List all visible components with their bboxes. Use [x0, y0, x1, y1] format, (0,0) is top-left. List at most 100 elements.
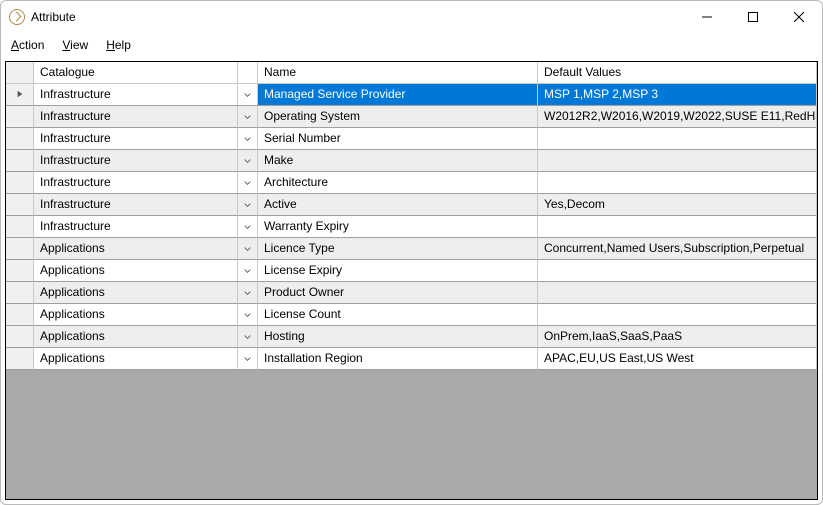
chevron-down-icon [244, 351, 251, 366]
table-row[interactable]: Applications Licence TypeConcurrent,Named… [6, 238, 817, 260]
cell-name[interactable]: Installation Region [258, 348, 538, 370]
cell-catalogue[interactable]: Infrastructure [34, 84, 238, 106]
window-title: Attribute [31, 10, 76, 24]
cell-default-values[interactable] [538, 128, 817, 150]
row-selector[interactable] [6, 128, 34, 150]
table-row[interactable]: Applications Product Owner [6, 282, 817, 304]
cell-name[interactable]: Warranty Expiry [258, 216, 538, 238]
catalogue-dropdown-button[interactable] [238, 84, 258, 106]
cell-name[interactable]: License Count [258, 304, 538, 326]
header-catalogue[interactable]: Catalogue [34, 62, 238, 84]
header-default-values[interactable]: Default Values [538, 62, 817, 84]
table-row[interactable]: Applications HostingOnPrem,IaaS,SaaS,PaaS [6, 326, 817, 348]
cell-catalogue[interactable]: Applications [34, 326, 238, 348]
catalogue-dropdown-button[interactable] [238, 260, 258, 282]
row-selector[interactable] [6, 238, 34, 260]
cell-name[interactable]: Licence Type [258, 238, 538, 260]
cell-default-values[interactable]: OnPrem,IaaS,SaaS,PaaS [538, 326, 817, 348]
header-catalogue-dropdown-spacer [238, 62, 258, 84]
catalogue-dropdown-button[interactable] [238, 106, 258, 128]
app-icon [9, 9, 25, 25]
catalogue-dropdown-button[interactable] [238, 172, 258, 194]
attribute-grid[interactable]: Catalogue Name Default Values Infrastruc… [6, 62, 817, 370]
cell-name[interactable]: Hosting [258, 326, 538, 348]
cell-default-values[interactable]: MSP 1,MSP 2,MSP 3 [538, 84, 817, 106]
cell-default-values[interactable] [538, 304, 817, 326]
cell-default-values[interactable] [538, 282, 817, 304]
catalogue-dropdown-button[interactable] [238, 194, 258, 216]
cell-name[interactable]: Serial Number [258, 128, 538, 150]
cell-catalogue[interactable]: Applications [34, 238, 238, 260]
cell-catalogue[interactable]: Applications [34, 304, 238, 326]
row-selector[interactable] [6, 150, 34, 172]
row-selector[interactable] [6, 304, 34, 326]
catalogue-dropdown-button[interactable] [238, 304, 258, 326]
row-selector[interactable] [6, 194, 34, 216]
cell-catalogue[interactable]: Infrastructure [34, 150, 238, 172]
cell-default-values[interactable] [538, 172, 817, 194]
cell-catalogue[interactable]: Infrastructure [34, 194, 238, 216]
table-row[interactable]: Applications License Expiry [6, 260, 817, 282]
row-selector[interactable] [6, 84, 34, 106]
cell-catalogue[interactable]: Applications [34, 282, 238, 304]
minimize-button[interactable] [684, 1, 730, 33]
cell-catalogue[interactable]: Infrastructure [34, 172, 238, 194]
cell-default-values[interactable] [538, 150, 817, 172]
row-selector[interactable] [6, 282, 34, 304]
cell-default-values[interactable]: APAC,EU,US East,US West [538, 348, 817, 370]
cell-default-values[interactable]: Yes,Decom [538, 194, 817, 216]
cell-name[interactable]: Active [258, 194, 538, 216]
catalogue-dropdown-button[interactable] [238, 326, 258, 348]
row-selector[interactable] [6, 348, 34, 370]
table-row[interactable]: Infrastructure Make [6, 150, 817, 172]
table-row[interactable]: Infrastructure Managed Service ProviderMS… [6, 84, 817, 106]
menu-view[interactable]: View [62, 38, 88, 52]
row-selector[interactable] [6, 172, 34, 194]
cell-default-values[interactable] [538, 216, 817, 238]
row-selector[interactable] [6, 216, 34, 238]
row-selector-header[interactable] [6, 62, 34, 84]
maximize-button[interactable] [730, 1, 776, 33]
cell-name[interactable]: Architecture [258, 172, 538, 194]
table-row[interactable]: Infrastructure ActiveYes,Decom [6, 194, 817, 216]
table-row[interactable]: Infrastructure Serial Number [6, 128, 817, 150]
catalogue-dropdown-button[interactable] [238, 216, 258, 238]
current-row-indicator-icon [16, 88, 24, 102]
chevron-down-icon [244, 307, 251, 322]
catalogue-dropdown-button[interactable] [238, 150, 258, 172]
grid-empty-area [6, 370, 817, 499]
row-selector[interactable] [6, 106, 34, 128]
catalogue-dropdown-button[interactable] [238, 348, 258, 370]
catalogue-dropdown-button[interactable] [238, 282, 258, 304]
cell-name[interactable]: License Expiry [258, 260, 538, 282]
titlebar: Attribute [1, 1, 822, 33]
table-row[interactable]: Applications Installation RegionAPAC,EU,U… [6, 348, 817, 370]
chevron-down-icon [244, 153, 251, 168]
catalogue-dropdown-button[interactable] [238, 128, 258, 150]
cell-catalogue[interactable]: Infrastructure [34, 106, 238, 128]
cell-default-values[interactable]: W2012R2,W2016,W2019,W2022,SUSE E11,RedHa… [538, 106, 817, 128]
table-row[interactable]: Infrastructure Operating SystemW2012R2,W2… [6, 106, 817, 128]
cell-name[interactable]: Operating System [258, 106, 538, 128]
table-row[interactable]: Infrastructure Architecture [6, 172, 817, 194]
cell-default-values[interactable]: Concurrent,Named Users,Subscription,Perp… [538, 238, 817, 260]
cell-name[interactable]: Make [258, 150, 538, 172]
table-row[interactable]: Infrastructure Warranty Expiry [6, 216, 817, 238]
menu-action[interactable]: Action [11, 38, 44, 52]
row-selector[interactable] [6, 326, 34, 348]
cell-catalogue[interactable]: Infrastructure [34, 216, 238, 238]
cell-catalogue[interactable]: Infrastructure [34, 128, 238, 150]
table-row[interactable]: Applications License Count [6, 304, 817, 326]
close-button[interactable] [776, 1, 822, 33]
chevron-down-icon [244, 197, 251, 212]
cell-catalogue[interactable]: Applications [34, 348, 238, 370]
cell-catalogue[interactable]: Applications [34, 260, 238, 282]
cell-name[interactable]: Product Owner [258, 282, 538, 304]
cell-name[interactable]: Managed Service Provider [258, 84, 538, 106]
catalogue-dropdown-button[interactable] [238, 238, 258, 260]
chevron-down-icon [244, 285, 251, 300]
cell-default-values[interactable] [538, 260, 817, 282]
row-selector[interactable] [6, 260, 34, 282]
header-name[interactable]: Name [258, 62, 538, 84]
menu-help[interactable]: Help [106, 38, 131, 52]
